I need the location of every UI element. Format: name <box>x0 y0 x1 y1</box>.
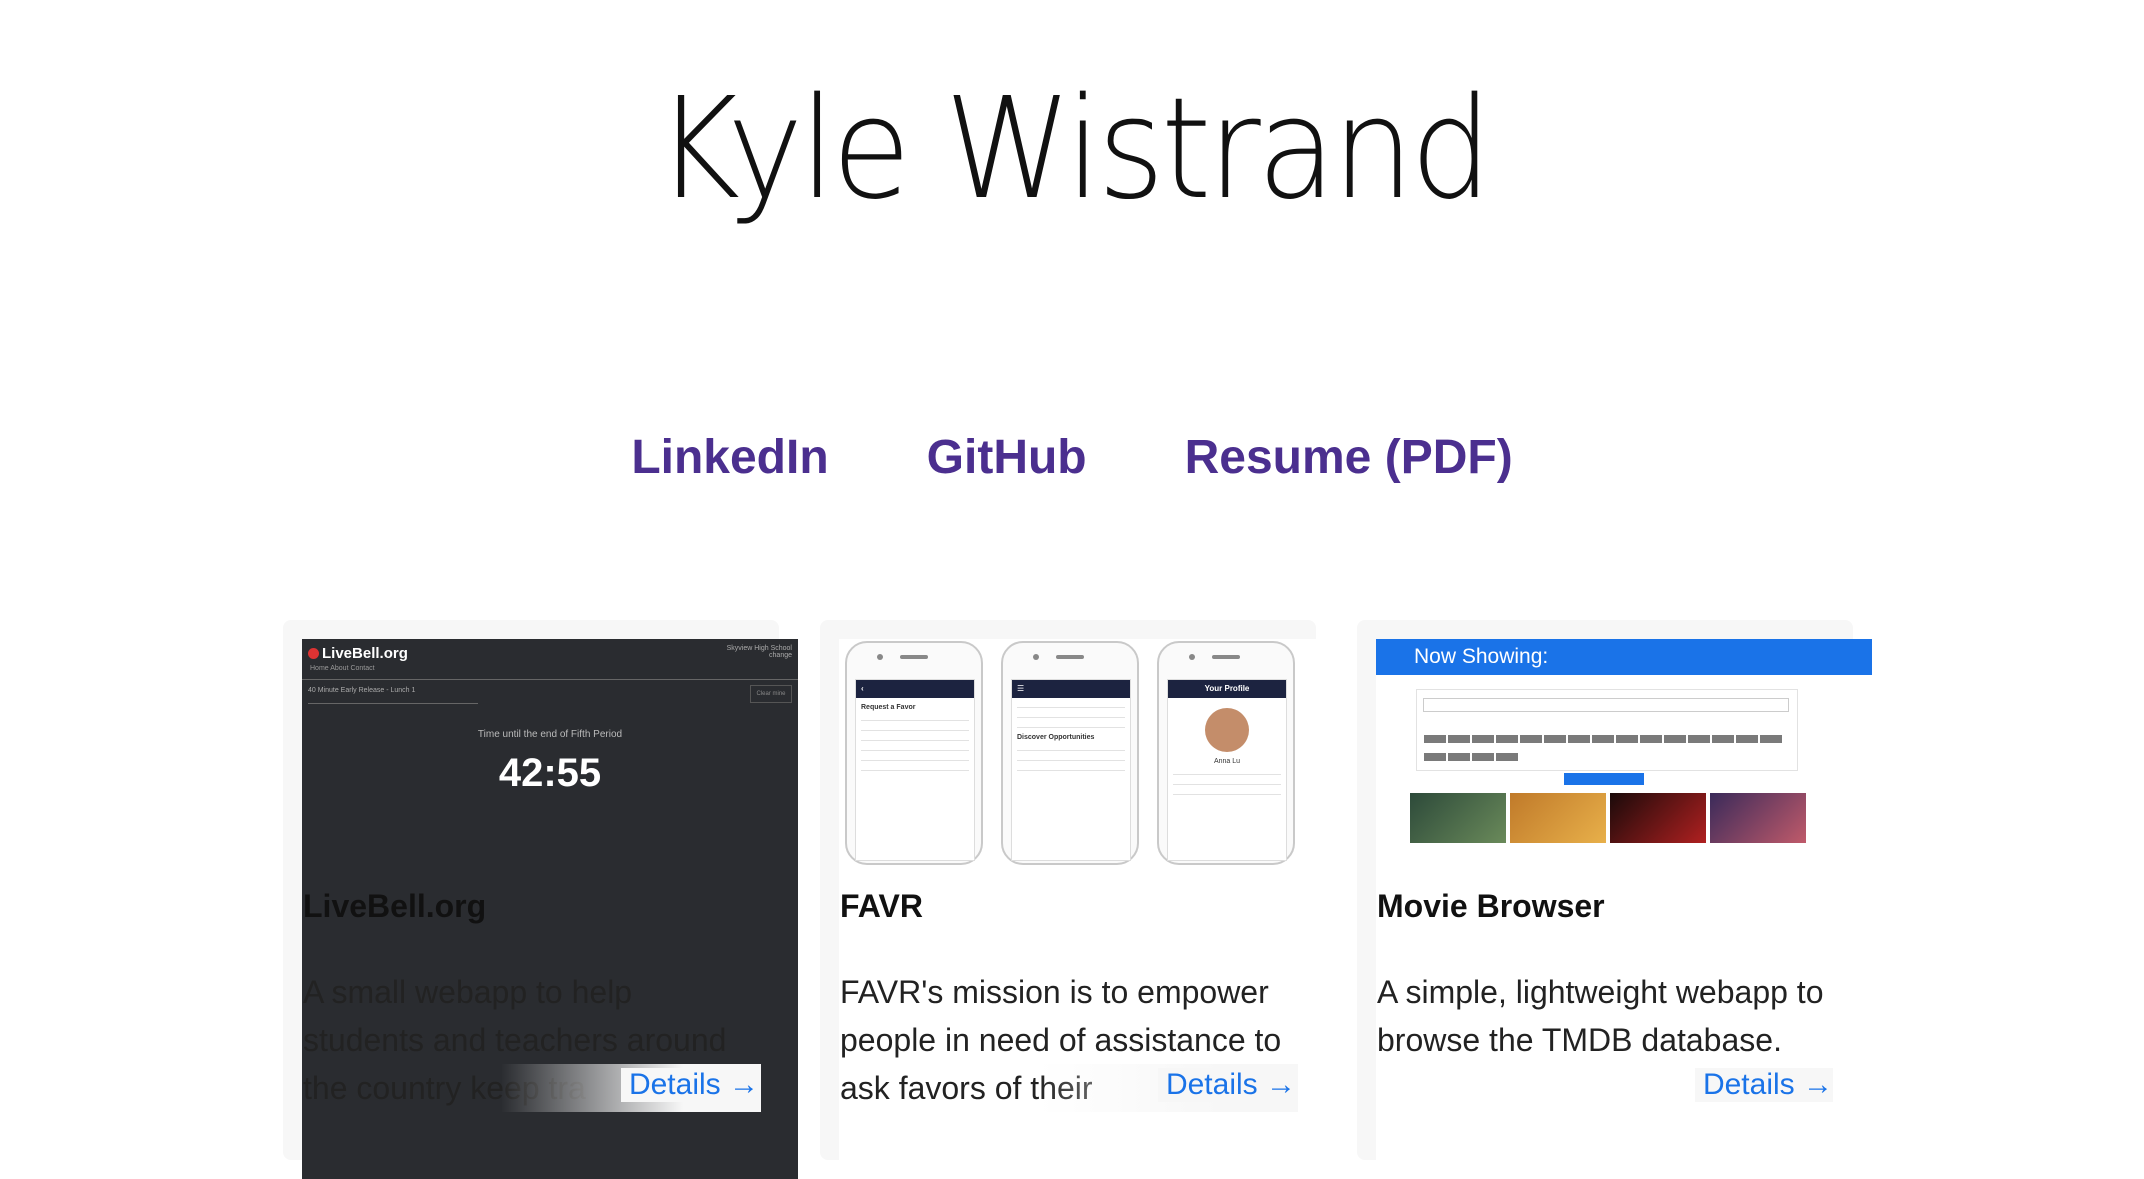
livebell-school-name: Skyview High School <box>726 645 792 652</box>
camera-icon <box>1033 654 1039 660</box>
genre-chip <box>1520 735 1542 743</box>
genre-chip <box>1760 735 1782 743</box>
search-input <box>1423 698 1789 712</box>
project-title: LiveBell.org <box>303 888 487 924</box>
speaker-icon <box>1212 655 1240 659</box>
livebell-school-link: change <box>769 652 792 659</box>
genre-chip <box>1424 735 1446 743</box>
details-link-livebell[interactable]: Details → <box>620 1068 759 1102</box>
phone-screen: ‹ Request a Favor <box>855 679 975 861</box>
genre-chip <box>1712 735 1734 743</box>
movie-posters <box>1410 793 1806 843</box>
camera-icon <box>1189 654 1195 660</box>
divider <box>1017 727 1125 728</box>
divider <box>1017 717 1125 718</box>
genre-chip <box>1616 735 1638 743</box>
divider <box>861 720 969 721</box>
project-card-livebell[interactable]: LiveBell.org Home About Contact Skyview … <box>283 620 798 1179</box>
linkedin-link[interactable]: LinkedIn <box>631 430 828 485</box>
github-link[interactable]: GitHub <box>927 430 1087 485</box>
genre-chip <box>1472 753 1494 761</box>
divider <box>861 730 969 731</box>
divider <box>1173 774 1281 775</box>
project-cards: LiveBell.org Home About Contact Skyview … <box>283 620 1872 1179</box>
favr-screen-title: Your Profile <box>1168 680 1286 698</box>
livebell-timer: 42:55 <box>498 751 602 795</box>
genre-chip <box>1736 735 1758 743</box>
livebell-schedule-select: 40 Minute Early Release - Lunch 1 <box>308 687 478 704</box>
divider <box>1017 750 1125 751</box>
movie-poster <box>1710 793 1806 843</box>
genre-chip <box>1496 735 1518 743</box>
favr-screen-title: Discover Opportunities <box>1017 734 1095 741</box>
details-link-movie-browser[interactable]: Details → <box>1694 1068 1833 1102</box>
camera-icon <box>877 654 883 660</box>
divider <box>861 760 969 761</box>
favr-screen-title: Request a Favor <box>861 704 916 711</box>
genre-chip <box>1640 735 1662 743</box>
phone-mockup: Your Profile Anna Lu <box>1157 641 1295 865</box>
speaker-icon <box>1056 655 1084 659</box>
phone-mockup: ‹ Request a Favor <box>845 641 983 865</box>
back-icon: ‹ <box>856 680 974 698</box>
bell-icon <box>308 648 319 659</box>
genre-chip <box>1448 735 1470 743</box>
movie-poster <box>1610 793 1706 843</box>
divider <box>861 740 969 741</box>
genre-chip <box>1496 753 1518 761</box>
phone-screen: Your Profile Anna Lu <box>1167 679 1287 861</box>
genre-chip <box>1448 753 1470 761</box>
menu-icon: ☰ <box>1012 680 1130 698</box>
genre-chip <box>1568 735 1590 743</box>
genre-chip <box>1592 735 1614 743</box>
livebell-divider <box>302 679 798 680</box>
details-link-favr[interactable]: Details → <box>1157 1068 1296 1102</box>
filter-panel <box>1416 689 1798 771</box>
profile-links: LinkedIn GitHub Resume (PDF) <box>0 430 2144 485</box>
movie-browser-header: Now Showing: <box>1376 639 1872 675</box>
livebell-nav: Home About Contact <box>310 665 375 672</box>
livebell-brand-text: LiveBell.org <box>322 645 408 662</box>
pagination <box>1564 773 1644 785</box>
genre-chips <box>1423 732 1793 768</box>
divider <box>1017 760 1125 761</box>
page-title: Kyle Wistrand <box>655 68 1492 231</box>
project-title: FAVR <box>840 888 923 924</box>
resume-link[interactable]: Resume (PDF) <box>1185 430 1513 485</box>
project-title: Movie Browser <box>1377 888 1605 924</box>
divider <box>861 770 969 771</box>
genre-chip <box>1472 735 1494 743</box>
divider <box>1173 784 1281 785</box>
divider <box>1017 707 1125 708</box>
project-card-movie-browser[interactable]: Now Showing: Movie Browser A simple, lig… <box>1357 620 1872 1179</box>
divider <box>1173 794 1281 795</box>
movie-poster <box>1410 793 1506 843</box>
phone-mockup: ☰ Discover Opportunities <box>1001 641 1139 865</box>
livebell-caption: Time until the end of Fifth Period <box>477 729 623 740</box>
profile-name: Anna Lu <box>1213 758 1241 765</box>
livebell-brand: LiveBell.org <box>308 645 408 662</box>
divider <box>861 750 969 751</box>
project-card-favr[interactable]: ‹ Request a Favor ☰ Discover Opportuniti… <box>820 620 1335 1179</box>
livebell-school: Skyview High School change <box>727 645 792 659</box>
livebell-clear-button: Clear mine <box>750 685 792 703</box>
genre-chip <box>1688 735 1710 743</box>
movie-poster <box>1510 793 1606 843</box>
divider <box>1017 770 1125 771</box>
avatar <box>1205 708 1249 752</box>
genre-chip <box>1424 753 1446 761</box>
phone-screen: ☰ Discover Opportunities <box>1011 679 1131 861</box>
genre-chip <box>1544 735 1566 743</box>
genre-chip <box>1664 735 1686 743</box>
speaker-icon <box>900 655 928 659</box>
